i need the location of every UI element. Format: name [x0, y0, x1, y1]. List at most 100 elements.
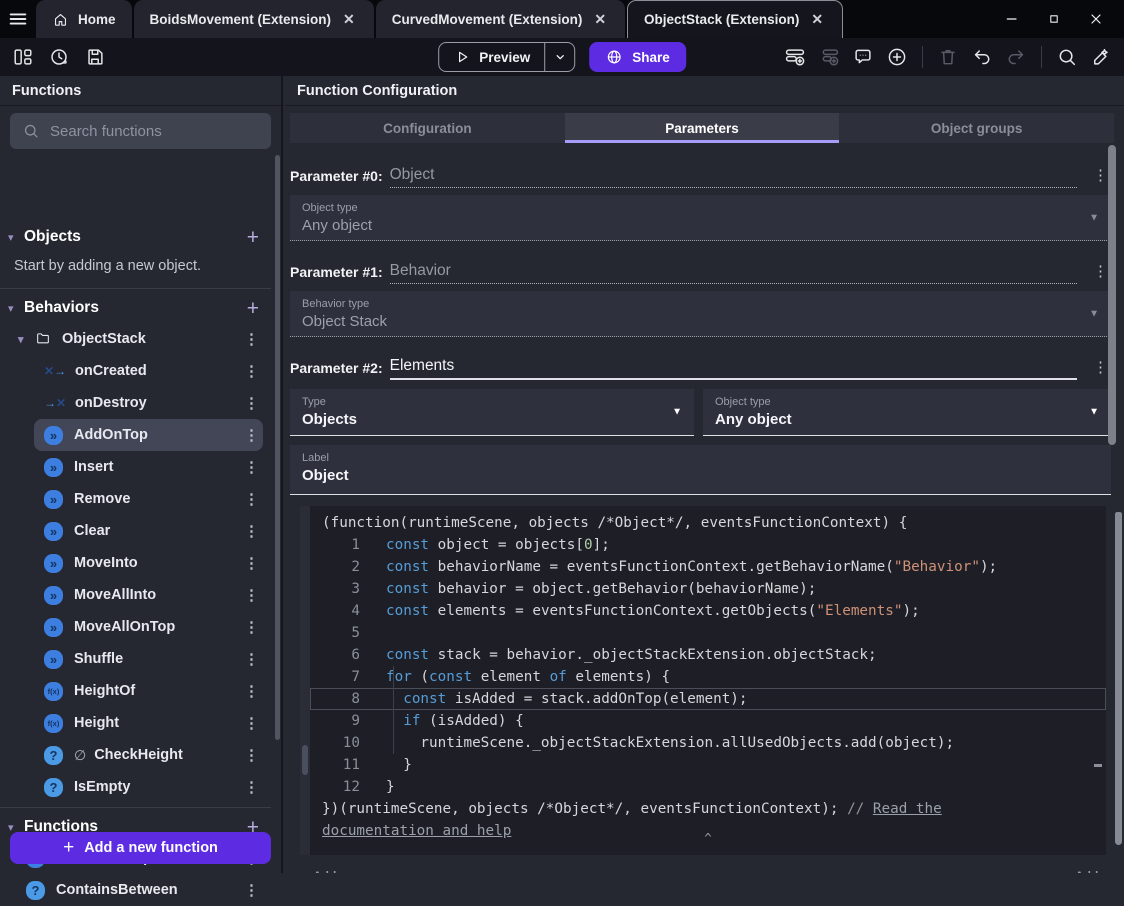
editor-drag-handle[interactable] [302, 745, 308, 775]
item-menu-button[interactable]: ⋮ [240, 618, 263, 636]
sidebar-item-ondestroy[interactable]: → ✕ onDestroy ⋮ [0, 387, 263, 419]
parameter-1-behavior-type-select[interactable]: Behavior type Object Stack ▼ [290, 291, 1111, 337]
behaviors-section-header[interactable]: ▾ Behaviors + [0, 293, 271, 323]
history-icon[interactable] [46, 44, 72, 70]
add-event-icon[interactable] [782, 44, 808, 70]
tab-parameters[interactable]: Parameters [564, 113, 840, 143]
code-line-1[interactable]: 1 const object = objects[0]; [310, 534, 1106, 556]
close-tab-icon[interactable]: ✕ [808, 9, 826, 30]
code-line-9[interactable]: 9 if (isAdded) { [310, 710, 1106, 732]
item-menu-button[interactable]: ⋮ [240, 650, 263, 668]
line-number: 12 [342, 779, 360, 795]
sidebar-item-height[interactable]: f(x) Height ⋮ [0, 707, 263, 739]
tab-configuration[interactable]: Configuration [290, 113, 565, 143]
item-label: ObjectStack [62, 331, 146, 347]
code-line-10[interactable]: 10 runtimeScene._objectStackExtension.al… [310, 732, 1106, 754]
documentation-link[interactable]: documentation and help [322, 823, 511, 839]
item-menu-button[interactable]: ⋮ [240, 426, 263, 444]
parameter-1-name-input[interactable]: Behavior [389, 262, 1077, 284]
search-functions-box[interactable] [10, 113, 271, 149]
search-functions-input[interactable] [50, 122, 240, 140]
parameter-0-object-type-select[interactable]: Object type Any object ▼ [290, 195, 1111, 241]
item-menu-button[interactable]: ⋮ [240, 394, 263, 412]
save-icon[interactable] [82, 44, 108, 70]
share-button[interactable]: Share [589, 42, 686, 72]
tab-object-groups[interactable]: Object groups [839, 113, 1114, 143]
sidebar-item-heightof[interactable]: f(x) HeightOf ⋮ [0, 675, 263, 707]
item-menu-button[interactable]: ⋮ [240, 522, 263, 540]
code-editor[interactable]: (function(runtimeScene, objects /*Object… [310, 506, 1106, 855]
code-line-11[interactable]: 11 } [310, 754, 1106, 776]
search-icon[interactable] [1054, 44, 1080, 70]
code-line-5[interactable]: 5 [310, 622, 1106, 644]
close-tab-icon[interactable]: ✕ [591, 9, 609, 30]
minimize-button[interactable] [998, 6, 1026, 32]
item-menu-button[interactable]: ⋮ [240, 490, 263, 508]
main-panel-title: Function Configuration [285, 76, 1124, 106]
code-line-8[interactable]: 8 const isAdded = stack.addOnTop(element… [310, 688, 1106, 710]
panels-icon[interactable] [10, 44, 36, 70]
item-menu-button[interactable]: ⋮ [240, 714, 263, 732]
editor-fold-caret[interactable]: ^ [704, 827, 711, 849]
item-menu-button[interactable]: ⋮ [240, 682, 263, 700]
sidebar-item-clear[interactable]: » Clear ⋮ [0, 515, 263, 547]
sidebar-item-isempty[interactable]: ? IsEmpty ⋮ [0, 771, 263, 803]
add-new-function-button[interactable]: + Add a new function [10, 832, 271, 864]
parameter-2-name-input[interactable]: Elements [389, 357, 1077, 380]
item-label: onDestroy [75, 395, 147, 411]
sidebar-item-containsbetween[interactable]: ? ContainsBetween ⋮ [0, 874, 263, 906]
circle-plus-icon[interactable] [884, 44, 910, 70]
item-menu-button[interactable]: ⋮ [240, 554, 263, 572]
sidebar-item-moveallinto[interactable]: » MoveAllInto ⋮ [0, 579, 263, 611]
sidebar-item-addontop[interactable]: » AddOnTop ⋮ [34, 419, 263, 451]
item-menu-button[interactable]: ⋮ [240, 362, 263, 380]
parameter-0-name-input[interactable]: Object [389, 166, 1077, 188]
maximize-button[interactable] [1040, 6, 1068, 32]
sidebar-item-remove[interactable]: » Remove ⋮ [0, 483, 263, 515]
code-line-3[interactable]: 3 const behavior = object.getBehavior(beh… [310, 578, 1106, 600]
comment-icon[interactable] [850, 44, 876, 70]
item-menu-button[interactable]: ⋮ [240, 881, 263, 899]
item-menu-button[interactable]: ⋮ [240, 458, 263, 476]
add-object-button[interactable]: + [247, 227, 259, 248]
window-tab-curvedmovement[interactable]: CurvedMovement (Extension) ✕ [375, 0, 626, 38]
window-controls [998, 0, 1124, 38]
window-tab-boidsmovement[interactable]: BoidsMovement (Extension) ✕ [133, 0, 374, 38]
sidebar-item-checkheight[interactable]: ? ∅ CheckHeight ⋮ [0, 739, 263, 771]
undo-icon[interactable] [969, 44, 995, 70]
code-line-7[interactable]: 7 for (const element of elements) { [310, 666, 1106, 688]
sidebar-item-objectstack[interactable]: ▾ ObjectStack ⋮ [0, 323, 263, 355]
editor-scrollbar[interactable] [1115, 512, 1122, 845]
preview-dropdown-button[interactable] [544, 43, 574, 71]
documentation-link[interactable]: Read the [873, 801, 942, 817]
sidebar-item-insert[interactable]: » Insert ⋮ [0, 451, 263, 483]
window-tab-home[interactable]: Home [36, 0, 132, 38]
add-behavior-button[interactable]: + [247, 298, 259, 319]
sidebar-item-moveinto[interactable]: » MoveInto ⋮ [0, 547, 263, 579]
code-line-6[interactable]: 6 const stack = behavior._objectStackExte… [310, 644, 1106, 666]
code-line-2[interactable]: 2 const behaviorName = eventsFunctionCont… [310, 556, 1106, 578]
item-menu-button[interactable]: ⋮ [240, 746, 263, 764]
close-tab-icon[interactable]: ✕ [340, 9, 358, 30]
item-menu-button[interactable]: ⋮ [240, 330, 263, 348]
parameter-2-label-field[interactable]: Label Object [290, 445, 1111, 495]
preview-button[interactable]: Preview [438, 42, 576, 72]
item-menu-button[interactable]: ⋮ [240, 778, 263, 796]
functions-sidebar: Functions ▾ Objects + Start by adding a … [0, 76, 283, 900]
item-menu-button[interactable]: ⋮ [240, 586, 263, 604]
sidebar-item-oncreated[interactable]: ✕ → onCreated ⋮ [0, 355, 263, 387]
parameter-2-object-type-select[interactable]: Object type Any object ▼ [703, 389, 1111, 436]
window-tab-objectstack[interactable]: ObjectStack (Extension) ✕ [627, 0, 844, 38]
sidebar-scrollbar[interactable] [275, 155, 280, 740]
parameter-2-type-select[interactable]: Type Objects ▼ [290, 389, 694, 436]
parameters-scrollbar[interactable] [1108, 145, 1116, 445]
code-line-12[interactable]: 12} [310, 776, 1106, 798]
hamburger-menu-icon[interactable] [0, 0, 36, 38]
sidebar-item-shuffle[interactable]: » Shuffle ⋮ [0, 643, 263, 675]
sidebar-item-moveallontop[interactable]: » MoveAllOnTop ⋮ [0, 611, 263, 643]
edit-spark-icon[interactable] [1088, 44, 1114, 70]
editor-resize-strip[interactable] [300, 506, 310, 855]
objects-section-header[interactable]: ▾ Objects + [0, 222, 271, 252]
close-window-button[interactable] [1082, 6, 1110, 32]
code-line-4[interactable]: 4 const elements = eventsFunctionContext.… [310, 600, 1106, 622]
